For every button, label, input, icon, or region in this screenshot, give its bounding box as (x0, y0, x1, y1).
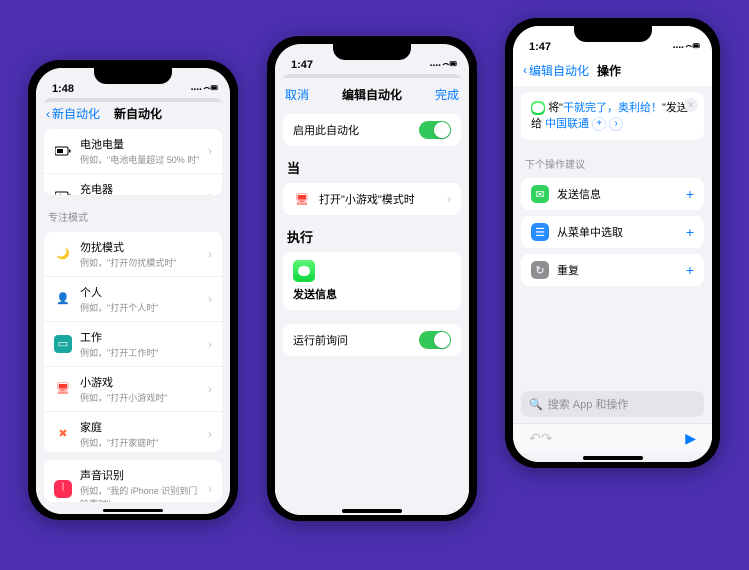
row-work[interactable]: ▭工作例如，"打开工作时"› (44, 322, 222, 367)
enable-toggle[interactable] (419, 121, 451, 139)
phone-new-automation: 1:48 ‹ 新自动化 新自动化 电池电量例如，"电池电量超过 50% 时" (28, 60, 238, 520)
chevron-right-icon: › (447, 192, 451, 206)
moon-icon: 🌙 (54, 245, 72, 263)
person-icon: 👤 (54, 290, 72, 308)
phone-actions: 1:47 ‹ 编辑自动化 操作 ✕ 将"干就完了，奥利给！"发送给 中国联通 +… (505, 18, 720, 468)
add-icon[interactable]: + (686, 186, 694, 202)
search-icon: 🔍 (529, 398, 543, 411)
toolbar: ↶ ↷ ▶ (513, 423, 712, 453)
status-time: 1:47 (291, 59, 313, 71)
row-battery[interactable]: 电池电量例如，"电池电量超过 50% 时" › (44, 129, 222, 174)
group-power: 电池电量例如，"电池电量超过 50% 时" › 充电器例如，"iPhone 接入… (44, 129, 222, 194)
group-focus: 🌙勿扰模式例如，"打开勿扰模式时"› 👤个人例如，"打开个人时"› ▭工作例如，… (44, 232, 222, 453)
signal-icon (672, 40, 700, 53)
expand-icon[interactable]: › (609, 117, 623, 131)
messages-app-icon (293, 260, 315, 282)
chevron-right-icon: › (208, 189, 212, 194)
home-indicator[interactable] (583, 456, 643, 460)
section-focus-label: 专注模式 (36, 199, 230, 228)
suggestion-repeat[interactable]: ↻重复+ (521, 254, 704, 286)
row-ask: 运行前询问 (283, 324, 461, 356)
back-button[interactable]: ‹ 新自动化 (46, 105, 100, 122)
action-sentence[interactable]: ✕ 将"干就完了，奥利给！"发送给 中国联通 + › (521, 92, 704, 140)
search-input[interactable]: 🔍 搜索 App 和操作 (521, 391, 704, 417)
signal-icon (190, 82, 218, 95)
home-indicator[interactable] (342, 509, 402, 513)
ask-toggle[interactable] (419, 331, 451, 349)
row-charger[interactable]: 充电器例如，"iPhone 接入电源时" › (44, 174, 222, 194)
row-when[interactable]: 🖥 打开"小游戏"模式时 › (283, 183, 461, 215)
chevron-right-icon: › (208, 337, 212, 351)
cancel-button[interactable]: 取消 (285, 86, 309, 103)
add-icon[interactable]: + (686, 262, 694, 278)
chevron-right-icon: › (208, 292, 212, 306)
run-button[interactable]: ▶ (685, 430, 696, 447)
status-time: 1:47 (529, 41, 551, 53)
action-title: 发送信息 (293, 286, 451, 302)
display-icon: 🖥 (54, 380, 72, 398)
notch (333, 44, 411, 60)
charger-icon (54, 187, 72, 194)
battery-icon (54, 142, 72, 160)
home-indicator[interactable] (103, 509, 163, 512)
messages-app-icon (531, 101, 545, 115)
recipient-token[interactable]: 中国联通 (545, 118, 589, 130)
menu-icon: ☰ (531, 223, 549, 241)
suggestion-menu[interactable]: ☰从菜单中选取+ (521, 216, 704, 248)
tools-icon: ✖︎ (54, 425, 72, 443)
remove-action-icon[interactable]: ✕ (684, 98, 698, 112)
search-placeholder: 搜索 App 和操作 (548, 396, 629, 412)
suggestion-send-message[interactable]: ✉发送信息+ (521, 178, 704, 210)
chevron-right-icon: › (208, 482, 212, 496)
nav-title: 新自动化 (100, 105, 176, 122)
notch (94, 68, 172, 84)
action-card[interactable]: 发送信息 (283, 252, 461, 310)
chevron-right-icon: › (208, 427, 212, 441)
display-icon: 🖥 (293, 190, 311, 208)
row-home[interactable]: ✖︎家庭例如，"打开家庭时"› (44, 412, 222, 453)
do-heading: 执行 (275, 219, 469, 248)
group-sound: ⦚声音识别例如，"我的 iPhone 识别到门铃声时"› (44, 460, 222, 502)
phone-edit-automation: 1:47 取消 编辑自动化 完成 启用此自动化 当 🖥 打开"小游戏"模式时 (267, 36, 477, 521)
row-personal[interactable]: 👤个人例如，"打开个人时"› (44, 277, 222, 322)
back-button[interactable]: ‹ 编辑自动化 (523, 62, 589, 79)
done-button[interactable]: 完成 (435, 86, 459, 103)
message-text-token[interactable]: 干就完了，奥利给！ (563, 102, 662, 114)
message-icon: ✉ (531, 185, 549, 203)
navbar: ‹ 新自动化 新自动化 (36, 102, 230, 125)
add-recipient-icon[interactable]: + (592, 117, 606, 131)
status-time: 1:48 (52, 83, 74, 95)
navbar: 取消 编辑自动化 完成 (275, 78, 469, 110)
signal-icon (429, 58, 457, 71)
row-minigame[interactable]: 🖥小游戏例如，"打开小游戏时"› (44, 367, 222, 412)
add-icon[interactable]: + (686, 224, 694, 240)
notch (574, 26, 652, 42)
row-dnd[interactable]: 🌙勿扰模式例如，"打开勿扰模式时"› (44, 232, 222, 277)
nav-title: 编辑自动化 (309, 86, 435, 103)
row-enable: 启用此自动化 (283, 114, 461, 146)
suggest-header: 下个操作建议 (513, 146, 712, 175)
waveform-icon: ⦚ (54, 480, 72, 498)
row-sound[interactable]: ⦚声音识别例如，"我的 iPhone 识别到门铃声时"› (44, 460, 222, 502)
redo-icon[interactable]: ↷ (541, 430, 553, 447)
repeat-icon: ↻ (531, 261, 549, 279)
navbar: ‹ 编辑自动化 操作 (513, 54, 712, 86)
chevron-right-icon: › (208, 144, 212, 158)
when-heading: 当 (275, 150, 469, 179)
undo-icon[interactable]: ↶ (529, 430, 541, 447)
nav-title: 操作 (597, 62, 692, 79)
chevron-right-icon: › (208, 247, 212, 261)
badge-icon: ▭ (54, 335, 72, 353)
chevron-right-icon: › (208, 382, 212, 396)
